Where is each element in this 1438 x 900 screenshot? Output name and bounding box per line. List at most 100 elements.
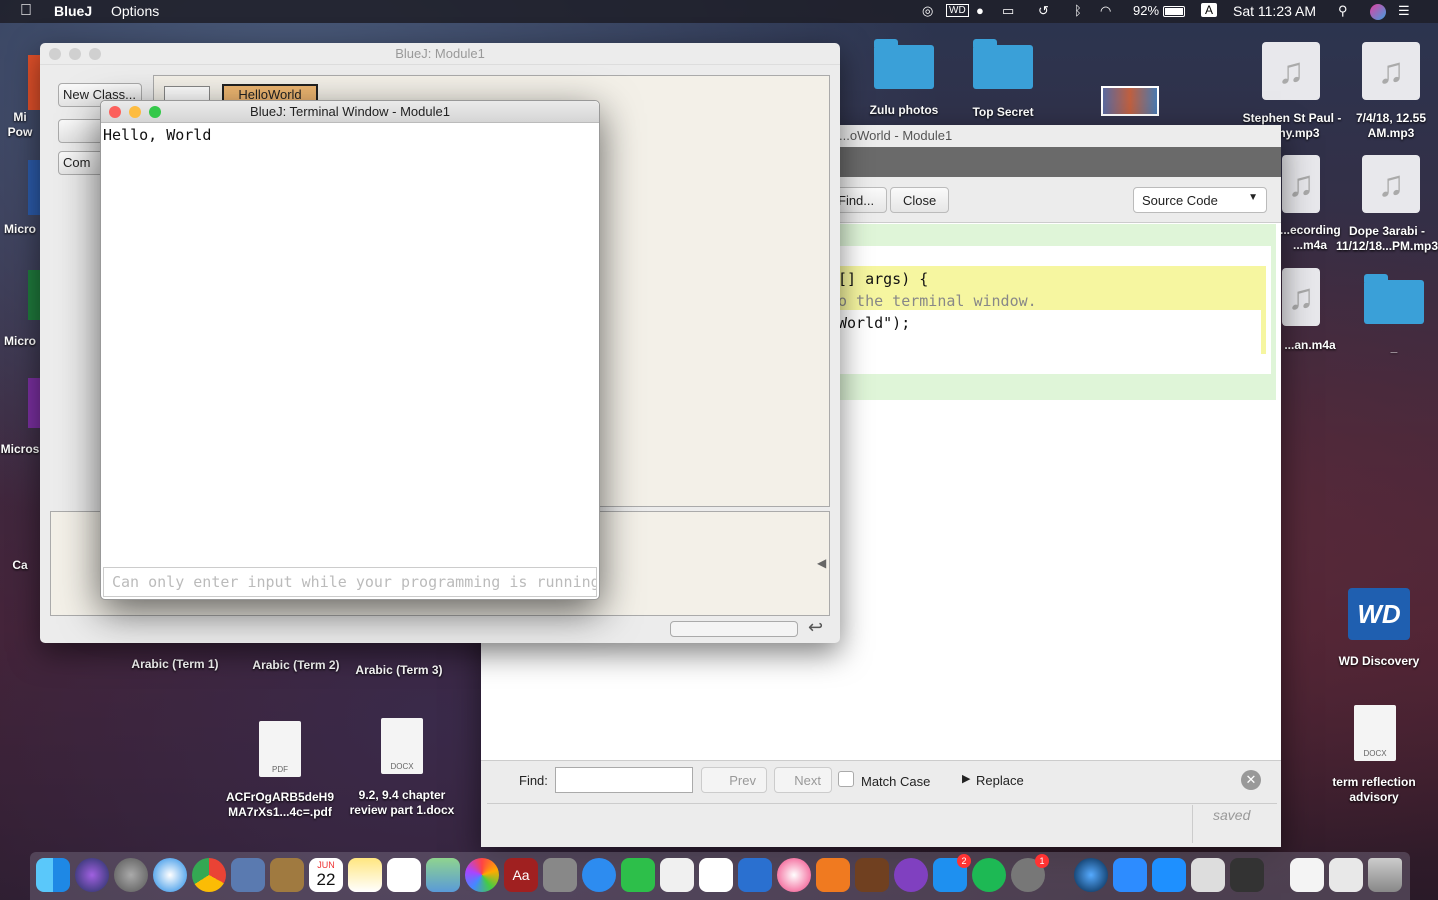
photo-thumbnail[interactable] [1101, 86, 1159, 116]
downloads-icon[interactable] [1329, 858, 1363, 892]
notification-center-icon[interactable]: ☰ [1398, 3, 1410, 19]
keynote-icon[interactable] [738, 858, 772, 892]
docx-file-icon[interactable]: DOCX [1354, 705, 1396, 761]
folder-icon[interactable] [874, 39, 934, 89]
close-window-icon[interactable] [109, 106, 121, 118]
launchpad-icon[interactable] [114, 858, 148, 892]
music-file-icon[interactable]: ♫ [1362, 155, 1420, 213]
edge-icon[interactable] [1074, 858, 1108, 892]
desktop-file-label[interactable]: ...ecording ...m4a [1280, 223, 1341, 253]
triangle-right-icon[interactable]: ▶ [962, 772, 970, 785]
system-preferences-icon[interactable]: 1 [1011, 854, 1049, 892]
desktop-file-label[interactable]: term reflection advisory [1320, 775, 1428, 805]
input-source-icon[interactable]: A [1201, 3, 1217, 17]
chrome-icon[interactable] [192, 858, 226, 892]
pdf-file-icon[interactable]: PDF [259, 721, 301, 777]
replace-toggle[interactable]: Replace [976, 773, 1024, 788]
spotify-icon[interactable] [972, 858, 1006, 892]
desktop-folder-label[interactable]: _ [1364, 340, 1424, 355]
folder-icon[interactable] [973, 39, 1033, 89]
music-file-icon[interactable]: ♫ [1362, 42, 1420, 100]
desktop-file-label[interactable]: WD Discovery [1330, 654, 1428, 669]
docx-file-icon[interactable]: DOCX [381, 718, 423, 774]
menu-options[interactable]: Options [111, 3, 159, 19]
desktop-file-label[interactable]: Arabic (Term 1) [125, 657, 225, 672]
desktop-label-partial: Ca [12, 558, 28, 572]
music-file-icon[interactable]: ♫ [1262, 42, 1320, 100]
numbers-icon[interactable] [699, 858, 733, 892]
bluej-icon[interactable] [1191, 858, 1225, 892]
folder-icon[interactable] [1364, 274, 1424, 324]
desktop-file-label[interactable]: ACFrOgARB5deH9 MA7rXs1...4c=.pdf [218, 790, 342, 820]
desktop-file-label[interactable]: Arabic (Term 3) [349, 663, 449, 678]
facetime-icon[interactable] [621, 858, 655, 892]
notefile-icon[interactable] [270, 858, 304, 892]
siri-icon[interactable] [1370, 4, 1386, 20]
battery-percent[interactable]: 92% [1133, 3, 1159, 18]
app-store-icon[interactable]: 2 [933, 854, 971, 892]
view-select[interactable]: Source Code ▼ [1133, 187, 1267, 213]
zoom-window-icon[interactable] [89, 48, 101, 60]
menu-app-name[interactable]: BlueJ [54, 3, 92, 19]
desktop-file-label[interactable]: 7/4/18, 12.55 AM.mp3 [1344, 111, 1438, 141]
safari-icon[interactable] [153, 858, 187, 892]
close-button[interactable]: Close [890, 187, 950, 213]
podcasts-icon[interactable] [894, 858, 928, 892]
preview-icon[interactable] [231, 858, 265, 892]
notes-icon[interactable] [348, 858, 382, 892]
music-file-icon[interactable]: ♫ [1282, 155, 1320, 213]
zoom-icon[interactable] [1113, 858, 1147, 892]
bluej-terminal-icon[interactable] [1230, 858, 1264, 892]
itunes-icon[interactable] [777, 858, 811, 892]
desktop-file-label[interactable]: 9.2, 9.4 chapter review part 1.docx [342, 788, 462, 818]
zoom-window-icon[interactable] [149, 106, 161, 118]
bluetooth-icon[interactable]: ᛒ [1074, 3, 1082, 18]
garageband-icon[interactable] [855, 858, 889, 892]
reminders-icon[interactable] [387, 858, 421, 892]
dictionary-icon[interactable]: Aa [504, 858, 538, 892]
desktop-folder-label[interactable]: Top Secret [957, 105, 1049, 120]
match-case-checkbox[interactable] [838, 771, 854, 787]
terminal-title: BlueJ: Terminal Window - Module1 [250, 104, 450, 119]
pages-icon[interactable] [660, 858, 694, 892]
return-arrow-icon[interactable]: ↩ [808, 617, 823, 638]
finder-icon[interactable] [36, 858, 70, 892]
siri-icon[interactable] [75, 858, 109, 892]
spotlight-icon[interactable]: ⚲ [1338, 3, 1348, 19]
trash-icon[interactable] [1368, 858, 1402, 892]
close-find-icon[interactable]: ✕ [1241, 770, 1261, 790]
clock[interactable]: Sat 11:23 AM [1233, 3, 1316, 19]
desktop-folder-label[interactable]: Zulu photos [858, 103, 950, 118]
books-icon[interactable] [816, 858, 850, 892]
creative-cloud-icon[interactable]: ◎ [922, 3, 933, 19]
apple-icon[interactable]:  [20, 2, 32, 20]
prev-button[interactable]: Prev [701, 767, 767, 793]
next-button[interactable]: Next [774, 767, 832, 793]
find-input[interactable] [555, 767, 693, 793]
maps-icon[interactable] [426, 858, 460, 892]
desktop-file-label[interactable]: Arabic (Term 2) [245, 658, 347, 673]
calculator-icon[interactable] [543, 858, 577, 892]
desktop-file-label[interactable]: Dope 3arabi - 11/12/18...PM.mp3 [1336, 224, 1438, 254]
find-bar: Find: Prev Next Match Case ▶ Replace ✕ s… [481, 760, 1281, 847]
terminal-input[interactable]: Can only enter input while your programm… [103, 567, 597, 597]
shazam-icon[interactable]: ● [976, 3, 984, 18]
wifi-icon[interactable]: ◠ [1100, 3, 1111, 19]
document-icon[interactable] [1290, 858, 1324, 892]
minimize-window-icon[interactable] [129, 106, 141, 118]
wd-icon[interactable]: WD [946, 4, 969, 17]
close-window-icon[interactable] [49, 48, 61, 60]
calendar-icon[interactable]: JUN 22 [309, 858, 343, 892]
time-machine-icon[interactable]: ↺ [1038, 3, 1049, 19]
wd-discovery-icon[interactable]: WD [1348, 588, 1410, 640]
airplay-icon[interactable]: ▭ [1002, 3, 1014, 19]
triangle-left-icon[interactable]: ◀ [817, 556, 826, 570]
messages-icon[interactable] [582, 858, 616, 892]
chevron-down-icon: ▼ [1248, 192, 1258, 203]
battery-icon[interactable] [1163, 6, 1185, 17]
music-file-icon[interactable]: ♫ [1282, 268, 1320, 326]
photos-icon[interactable] [465, 858, 499, 892]
desktop-file-label[interactable]: ...an.m4a [1280, 338, 1340, 353]
minimize-window-icon[interactable] [69, 48, 81, 60]
testflight-icon[interactable] [1152, 858, 1186, 892]
